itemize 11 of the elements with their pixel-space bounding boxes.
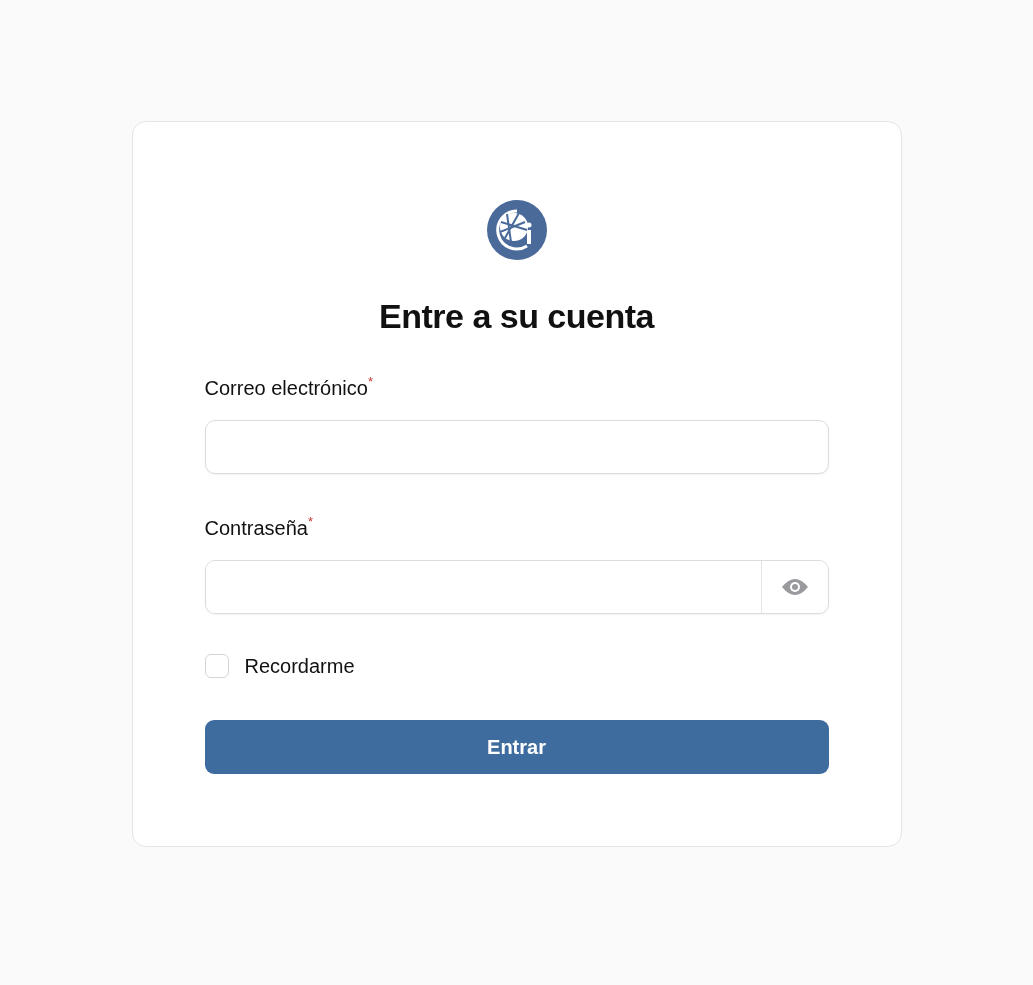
remember-label: Recordarme: [244, 654, 355, 678]
field-label: Contraseña$^{*}$: [204, 516, 313, 540]
show-password-button[interactable]: [760, 561, 828, 613]
remember-checkbox[interactable]: [204, 654, 229, 678]
globe-logo-icon: [486, 200, 547, 260]
field-label: Correo electrónico$^{*}$: [204, 376, 373, 400]
email-field[interactable]: [204, 420, 829, 474]
eye-icon: [780, 577, 809, 597]
login-button[interactable]: Entrar: [204, 720, 829, 774]
password-field[interactable]: [204, 560, 829, 614]
login-title: Entre a su cuenta: [378, 296, 656, 336]
